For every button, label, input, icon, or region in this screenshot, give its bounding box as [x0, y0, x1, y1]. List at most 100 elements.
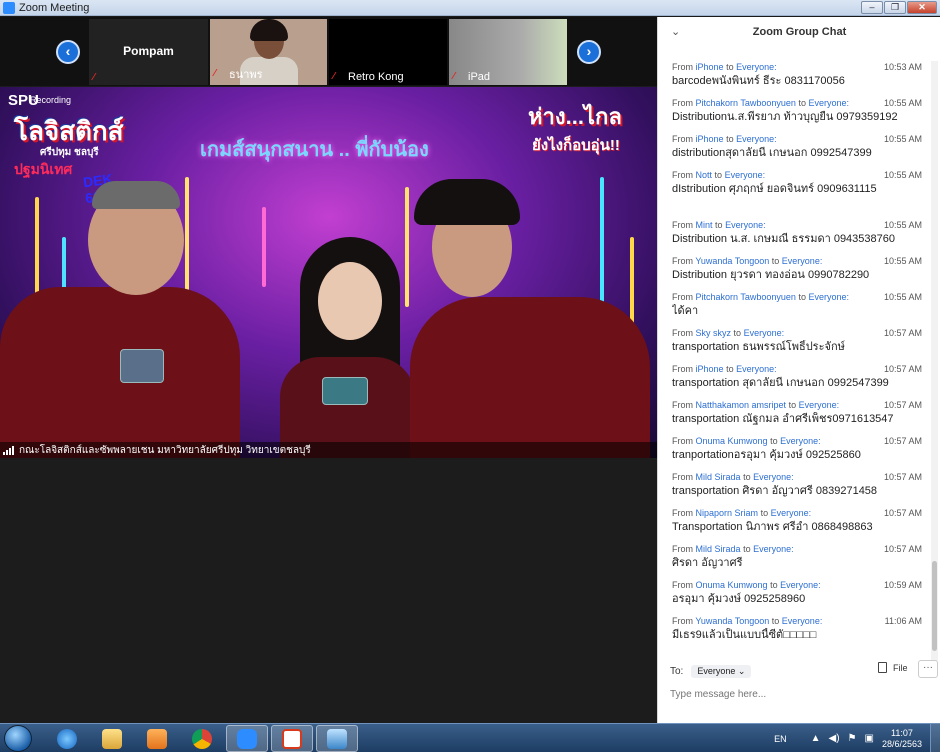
participant-thumbnail[interactable]: ⁄ Retro Kong: [329, 19, 447, 85]
volume-icon[interactable]: ◀): [829, 733, 840, 744]
window-titlebar: Zoom Meeting – ❐ ✕: [0, 0, 940, 16]
recipient-name[interactable]: Everyone:: [782, 256, 823, 266]
recipient-name[interactable]: Everyone:: [799, 400, 840, 410]
message-time: 10:55 AM: [883, 98, 922, 108]
minimize-button[interactable]: –: [861, 1, 883, 14]
more-options-button[interactable]: ···: [918, 660, 938, 678]
message-time: 10:57 AM: [883, 508, 922, 518]
participant-name-large: Pompam: [123, 44, 174, 58]
close-button[interactable]: ✕: [907, 1, 937, 14]
show-desktop-button[interactable]: [930, 724, 940, 752]
chat-scrollbar[interactable]: [931, 61, 938, 661]
network-icon[interactable]: ▣: [865, 733, 874, 744]
sender-name[interactable]: Onuma Kumwong: [696, 580, 768, 590]
sender-name[interactable]: Onuma Kumwong: [696, 436, 768, 446]
taskbar-media-player[interactable]: [136, 725, 178, 752]
chat-scroll-thumb[interactable]: [932, 561, 937, 651]
chat-message-list[interactable]: From iPhone to Everyone: 10:53 AM barcodeพ…: [658, 61, 930, 661]
gallery-next-button[interactable]: ›: [577, 40, 601, 64]
message-time: 10:57 AM: [883, 436, 922, 446]
recipient-name[interactable]: Everyone:: [780, 580, 821, 590]
taskbar-chrome[interactable]: [181, 725, 223, 752]
language-indicator[interactable]: EN: [774, 734, 787, 744]
message-text: dIstribution ศุภฤกษ์ ยอดจินทร์ 090963111…: [672, 183, 877, 195]
recipient-name[interactable]: Everyone:: [736, 134, 777, 144]
gallery-prev-button[interactable]: ‹: [56, 40, 80, 64]
recipient-name[interactable]: Everyone:: [808, 98, 849, 108]
sender-name[interactable]: Nipaporn Sriam: [696, 508, 759, 518]
message-text: transportation สุดาลัยนี เกษนอก 09925473…: [672, 377, 889, 389]
recipient-name[interactable]: Everyone:: [736, 364, 777, 374]
person-left-hair: [92, 181, 180, 209]
message-time: 10:53 AM: [883, 62, 922, 72]
sender-name[interactable]: Mint: [696, 220, 713, 230]
recipient-name[interactable]: Everyone:: [725, 170, 766, 180]
sender-name[interactable]: Pitchakorn Tawboonyuen: [696, 292, 796, 302]
sender-name[interactable]: iPhone: [696, 62, 724, 72]
taskbar-clock[interactable]: 11:07 28/6/2563: [882, 728, 922, 750]
message-time: 10:57 AM: [883, 364, 922, 374]
taskbar-photo-viewer[interactable]: [316, 725, 358, 752]
active-speaker-video[interactable]: SPU Recording โลจิสติกส์ ศรีปทุม ชลบุรี …: [0, 87, 657, 458]
chat-message-input[interactable]: [670, 685, 925, 703]
muted-mic-icon: ⁄: [333, 71, 335, 82]
sender-name[interactable]: iPhone: [696, 134, 724, 144]
muted-mic-icon: ⁄: [93, 72, 95, 83]
message-time: 11:06 AM: [884, 616, 922, 626]
sender-name[interactable]: Yuwanda Tongoon: [695, 616, 769, 626]
participant-name: ⁄ ธนาพร: [214, 68, 263, 82]
sender-name[interactable]: Sky skyz: [696, 328, 732, 338]
recipient-name[interactable]: Everyone:: [744, 328, 785, 338]
recipient-select[interactable]: Everyone ⌄: [691, 664, 752, 678]
recipient-name[interactable]: Everyone:: [753, 472, 794, 482]
recipient-name[interactable]: Everyone:: [808, 292, 849, 302]
banner-right-subtitle: ยังไงก็อบอุ่น!!: [532, 137, 620, 154]
recipient-name[interactable]: Everyone:: [736, 62, 777, 72]
sender-name[interactable]: iPhone: [696, 364, 724, 374]
taskbar-pdf[interactable]: [271, 725, 313, 752]
action-center-icon[interactable]: ⚑: [848, 733, 857, 744]
person-right-shirt: [410, 297, 650, 458]
recipient-name[interactable]: Everyone:: [771, 508, 812, 518]
chat-title: Zoom Group Chat: [752, 26, 847, 38]
message-text: มีเธร9แล้วเป็นแบบนี้ซีตั□□□□□: [672, 629, 817, 641]
chat-message: From Sky skyz to Everyone: 10:57 AM transp…: [658, 327, 930, 363]
sender-name[interactable]: Natthakamon amsripet: [696, 400, 787, 410]
message-time: 10:55 AM: [883, 292, 922, 302]
participant-thumbnail[interactable]: Pompam ⁄: [89, 19, 208, 85]
photo-viewer-icon: [327, 728, 347, 749]
participant-thumbnail[interactable]: ⁄ iPad: [449, 19, 567, 85]
start-button[interactable]: [4, 725, 32, 752]
event-logo: โลจิสติกส์ ศรีปทุม ชลบุรี ปฐมนิเทศ DEK 6…: [14, 111, 132, 206]
sender-name[interactable]: Pitchakorn Tawboonyuen: [696, 98, 796, 108]
banner-right-title: ห่าง...ไกล: [528, 104, 622, 129]
sender-name[interactable]: Mild Sirada: [696, 472, 741, 482]
recipient-name[interactable]: Everyone:: [782, 616, 823, 626]
chat-message: From Onuma Kumwong to Everyone: 10:59 AM อ…: [658, 579, 930, 615]
recipient-name[interactable]: Everyone:: [753, 544, 794, 554]
taskbar-zoom[interactable]: [226, 725, 268, 752]
maximize-button[interactable]: ❐: [884, 1, 906, 14]
sender-name[interactable]: Nott: [696, 170, 713, 180]
file-icon: [878, 662, 887, 673]
message-time: 10:57 AM: [883, 472, 922, 482]
message-text: distributionสุดาลัยนี เกษนอก 0992547399: [672, 147, 872, 159]
to-label: To:: [670, 665, 684, 677]
recipient-name[interactable]: Everyone:: [780, 436, 821, 446]
sender-name[interactable]: Yuwanda Tongoon: [695, 256, 769, 266]
message-time: 10:59 AM: [883, 580, 922, 590]
zoom-app-icon: [3, 1, 15, 14]
taskbar-ie[interactable]: [46, 725, 88, 752]
participant-video-hair: [250, 19, 288, 41]
sender-name[interactable]: Mild Sirada: [696, 544, 741, 554]
internet-explorer-icon: [57, 728, 77, 749]
chevron-down-icon[interactable]: ⌄: [671, 25, 680, 38]
tray-expand-icon[interactable]: ▲: [811, 733, 821, 744]
file-button[interactable]: File: [878, 662, 908, 673]
clock-date: 28/6/2563: [881, 738, 922, 749]
participant-thumbnail[interactable]: ⁄ ธนาพร: [210, 19, 327, 85]
taskbar-explorer[interactable]: [91, 725, 133, 752]
recipient-name[interactable]: Everyone:: [725, 220, 766, 230]
person-middle-phone: [322, 377, 368, 405]
window-title: Zoom Meeting: [19, 1, 90, 14]
